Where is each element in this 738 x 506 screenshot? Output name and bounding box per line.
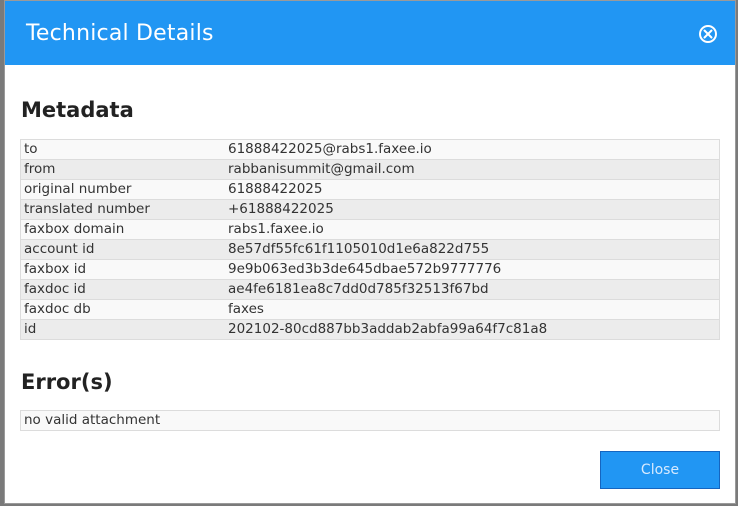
metadata-row: id 202102-80cd887bb3addab2abfa99a64f7c81a…: [20, 319, 720, 340]
metadata-value: +61888422025: [225, 199, 720, 220]
metadata-row: faxdoc db faxes: [20, 299, 720, 320]
error-message: no valid attachment: [20, 410, 720, 431]
metadata-value: 202102-80cd887bb3addab2abfa99a64f7c81a8: [225, 319, 720, 340]
close-button[interactable]: Close: [600, 451, 720, 489]
metadata-value: rabbanisummit@gmail.com: [225, 159, 720, 180]
metadata-key: translated number: [20, 199, 225, 220]
dialog-header: Technical Details: [5, 1, 735, 65]
metadata-key: faxbox domain: [20, 219, 225, 240]
metadata-value: 8e57df55fc61f1105010d1e6a822d755: [225, 239, 720, 260]
metadata-key: faxbox id: [20, 259, 225, 280]
metadata-row: translated number +61888422025: [20, 199, 720, 220]
metadata-key: to: [20, 139, 225, 160]
metadata-key: from: [20, 159, 225, 180]
close-circle-icon[interactable]: [699, 25, 717, 43]
errors-heading: Error(s): [21, 370, 113, 394]
metadata-heading: Metadata: [21, 98, 134, 122]
metadata-key: id: [20, 319, 225, 340]
metadata-table: to 61888422025@rabs1.faxee.io from rabbanis…: [20, 139, 720, 340]
metadata-row: faxbox id 9e9b063ed3b3de645dbae572b977777…: [20, 259, 720, 280]
metadata-row: original number 61888422025: [20, 179, 720, 200]
metadata-value: rabs1.faxee.io: [225, 219, 720, 240]
dialog-title: Technical Details: [26, 21, 214, 46]
metadata-row: from rabbanisummit@gmail.com: [20, 159, 720, 180]
metadata-key: faxdoc db: [20, 299, 225, 320]
technical-details-dialog: Technical Details Metadata to 61888422025…: [4, 0, 736, 504]
metadata-row: faxbox domain rabs1.faxee.io: [20, 219, 720, 240]
metadata-value: ae4fe6181ea8c7dd0d785f32513f67bd: [225, 279, 720, 300]
errors-table: no valid attachment: [20, 410, 720, 431]
metadata-value: faxes: [225, 299, 720, 320]
metadata-row: faxdoc id ae4fe6181ea8c7dd0d785f32513f67b…: [20, 279, 720, 300]
metadata-row: account id 8e57df55fc61f1105010d1e6a822d7…: [20, 239, 720, 260]
metadata-value: 9e9b063ed3b3de645dbae572b9777776: [225, 259, 720, 280]
metadata-value: 61888422025@rabs1.faxee.io: [225, 139, 720, 160]
metadata-key: original number: [20, 179, 225, 200]
error-row: no valid attachment: [20, 410, 720, 431]
metadata-key: account id: [20, 239, 225, 260]
metadata-key: faxdoc id: [20, 279, 225, 300]
metadata-value: 61888422025: [225, 179, 720, 200]
metadata-row: to 61888422025@rabs1.faxee.io: [20, 139, 720, 160]
